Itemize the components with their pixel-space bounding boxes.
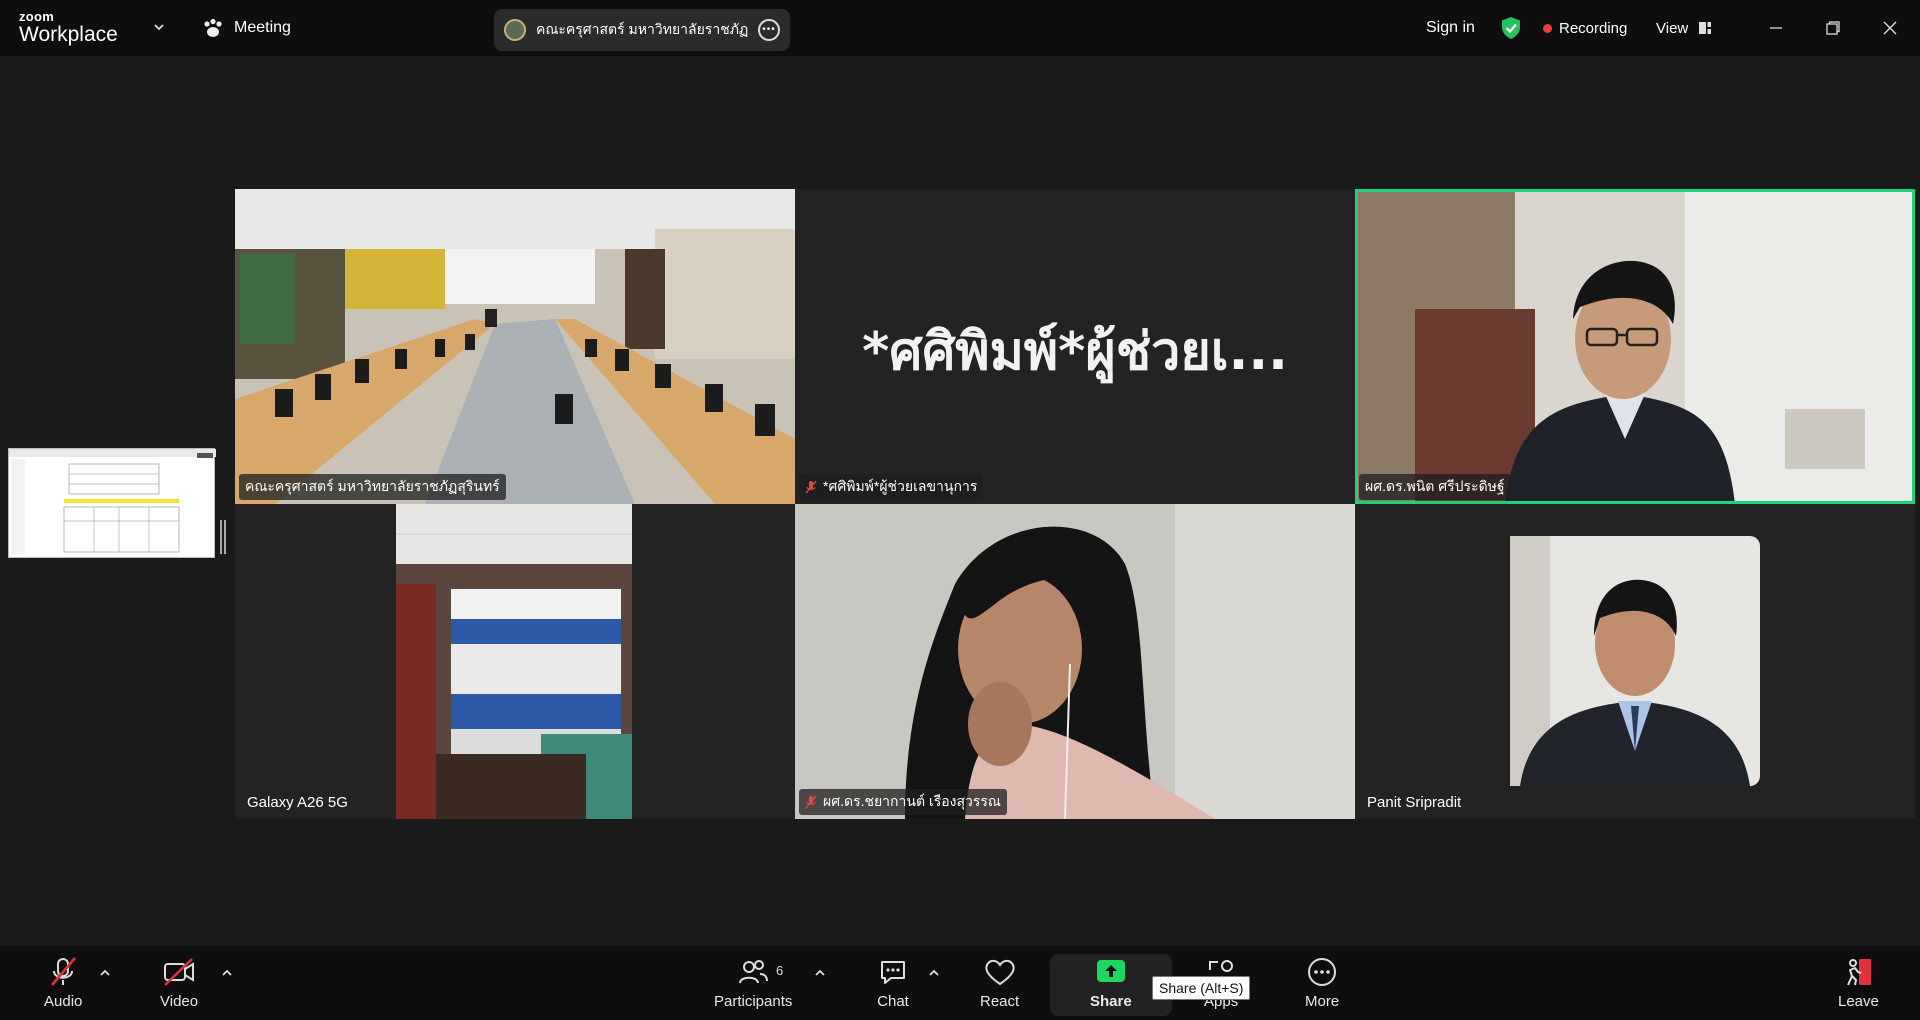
video-label: Video xyxy=(160,993,199,1010)
video-gallery: คณะครุศาสตร์ มหาวิทยาลัยราชภัฏสุรินทร์ *… xyxy=(235,189,1915,819)
participant-name-tag: คณะครุศาสตร์ มหาวิทยาลัยราชภัฏสุรินทร์ xyxy=(239,474,506,500)
meeting-paw-icon xyxy=(204,18,222,37)
share-label: Share xyxy=(1090,993,1132,1010)
participant-tile[interactable]: Galaxy A26 5G xyxy=(235,504,795,819)
react-label: React xyxy=(980,993,1020,1010)
participant-name: ผศ.ดร.พนิต ศรีประดิษฐ์ xyxy=(1365,478,1505,494)
participant-tile-active-speaker[interactable]: ผศ.ดร.พนิต ศรีประดิษฐ์ xyxy=(1355,189,1915,504)
sign-in-button[interactable]: Sign in xyxy=(1426,16,1475,40)
participant-name-tag: *ศศิพิมพ์*ผู้ช่วยเลขานุการ xyxy=(799,474,984,500)
view-button[interactable]: View xyxy=(1656,16,1712,40)
minimize-icon[interactable] xyxy=(1762,14,1790,42)
participants-label: Participants xyxy=(714,993,793,1010)
more-label: More xyxy=(1305,993,1340,1010)
meeting-title: คณะครุศาสตร์ มหาวิทยาลัยราชภัฏสุริ xyxy=(536,21,748,37)
panel-resize-handle[interactable] xyxy=(220,520,226,554)
participant-name-tag: Galaxy A26 5G xyxy=(241,792,354,813)
recording-label: Recording xyxy=(1559,19,1628,37)
participant-name-tag: Panit Sripradit xyxy=(1361,792,1467,813)
participant-display-name: *ศศิพิมพ์*ผู้ช่วยเ... xyxy=(862,322,1288,382)
participant-name-tag: ผศ.ดร.พนิต ศรีประดิษฐ์ xyxy=(1359,474,1511,500)
mic-muted-icon xyxy=(51,957,77,986)
participant-tile[interactable]: ผศ.ดร.ชยากานต์ เรืองสุวรรณ xyxy=(795,504,1355,819)
restore-icon[interactable] xyxy=(1819,14,1847,42)
close-icon[interactable] xyxy=(1876,14,1904,42)
audio-button[interactable]: Audio xyxy=(44,956,82,1010)
participant-name: ผศ.ดร.ชยากานต์ เรืองสุวรรณ xyxy=(823,793,1001,809)
participant-tile[interactable]: *ศศิพิมพ์*ผู้ช่วยเ... *ศศิพิมพ์*ผู้ช่วยเ… xyxy=(795,189,1355,504)
participant-name: Galaxy A26 5G xyxy=(247,794,348,811)
more-options-icon xyxy=(1308,958,1337,986)
speaker-video-feed xyxy=(1355,189,1915,504)
video-button[interactable]: Video xyxy=(160,956,198,1010)
more-options-icon[interactable]: ••• xyxy=(758,19,780,41)
logo-line2: Workplace xyxy=(19,23,118,46)
chat-label: Chat xyxy=(877,993,909,1010)
recording-dot-icon xyxy=(1543,23,1552,33)
leave-label: Leave xyxy=(1838,993,1879,1010)
participant-tile[interactable]: คณะครุศาสตร์ มหาวิทยาลัยราชภัฏสุรินทร์ xyxy=(235,189,795,504)
chat-icon xyxy=(881,961,905,984)
more-button[interactable]: More xyxy=(1305,956,1339,1010)
meeting-avatar xyxy=(504,19,526,41)
shared-document-preview xyxy=(9,449,216,554)
leave-icon xyxy=(1847,959,1872,986)
zoom-workplace-logo[interactable]: zoom Workplace xyxy=(19,10,118,45)
meeting-menu-label: Meeting xyxy=(234,19,291,36)
participant-name: Panit Sripradit xyxy=(1367,794,1462,811)
participant-video-feed xyxy=(1355,504,1915,819)
audio-label: Audio xyxy=(44,993,83,1010)
share-button[interactable]: Share xyxy=(1090,956,1132,1010)
participant-video-feed xyxy=(795,504,1355,819)
participants-count: 6 xyxy=(776,963,784,978)
participant-name-tag: ผศ.ดร.ชยากานต์ เรืองสุวรรณ xyxy=(799,789,1007,815)
participant-name: *ศศิพิมพ์*ผู้ช่วยเลขานุการ xyxy=(823,478,978,494)
view-label: View xyxy=(1656,19,1689,37)
heart-icon xyxy=(984,959,1015,986)
share-screen-icon xyxy=(1096,960,1125,982)
meeting-menu[interactable]: Meeting xyxy=(202,16,291,40)
mic-muted-icon xyxy=(805,480,817,494)
video-off-icon xyxy=(164,958,195,986)
chat-button[interactable]: Chat xyxy=(877,956,909,1010)
audio-options-caret-icon[interactable] xyxy=(98,968,112,978)
participants-options-caret-icon[interactable] xyxy=(813,968,827,978)
view-grid-icon xyxy=(1699,22,1712,34)
shared-screen-thumbnail[interactable] xyxy=(8,448,216,558)
title-bar: zoom Workplace Meeting คณะครุศาสตร์ มหาว… xyxy=(0,0,1920,56)
meeting-title-tab[interactable]: คณะครุศาสตร์ มหาวิทยาลัยราชภัฏสุริ ••• xyxy=(494,9,790,51)
logo-line1: zoom xyxy=(19,9,55,24)
participant-name: คณะครุศาสตร์ มหาวิทยาลัยราชภัฏสุรินทร์ xyxy=(245,478,500,494)
participants-icon xyxy=(739,960,769,984)
meeting-toolbar xyxy=(0,946,1920,1020)
security-shield-icon[interactable] xyxy=(1500,16,1522,40)
share-tooltip: Share (Alt+S) xyxy=(1152,976,1251,1000)
participant-tile[interactable]: Panit Sripradit xyxy=(1355,504,1915,819)
video-options-caret-icon[interactable] xyxy=(220,968,234,978)
chevron-down-icon[interactable] xyxy=(152,20,166,34)
classroom-video-feed xyxy=(235,189,795,504)
leave-button[interactable]: Leave xyxy=(1838,956,1879,1010)
recording-indicator[interactable]: Recording xyxy=(1543,16,1627,40)
chat-options-caret-icon[interactable] xyxy=(927,968,941,978)
react-button[interactable]: React xyxy=(980,956,1019,1010)
window-curtain-video-feed xyxy=(235,504,795,819)
mic-muted-icon xyxy=(805,795,817,809)
